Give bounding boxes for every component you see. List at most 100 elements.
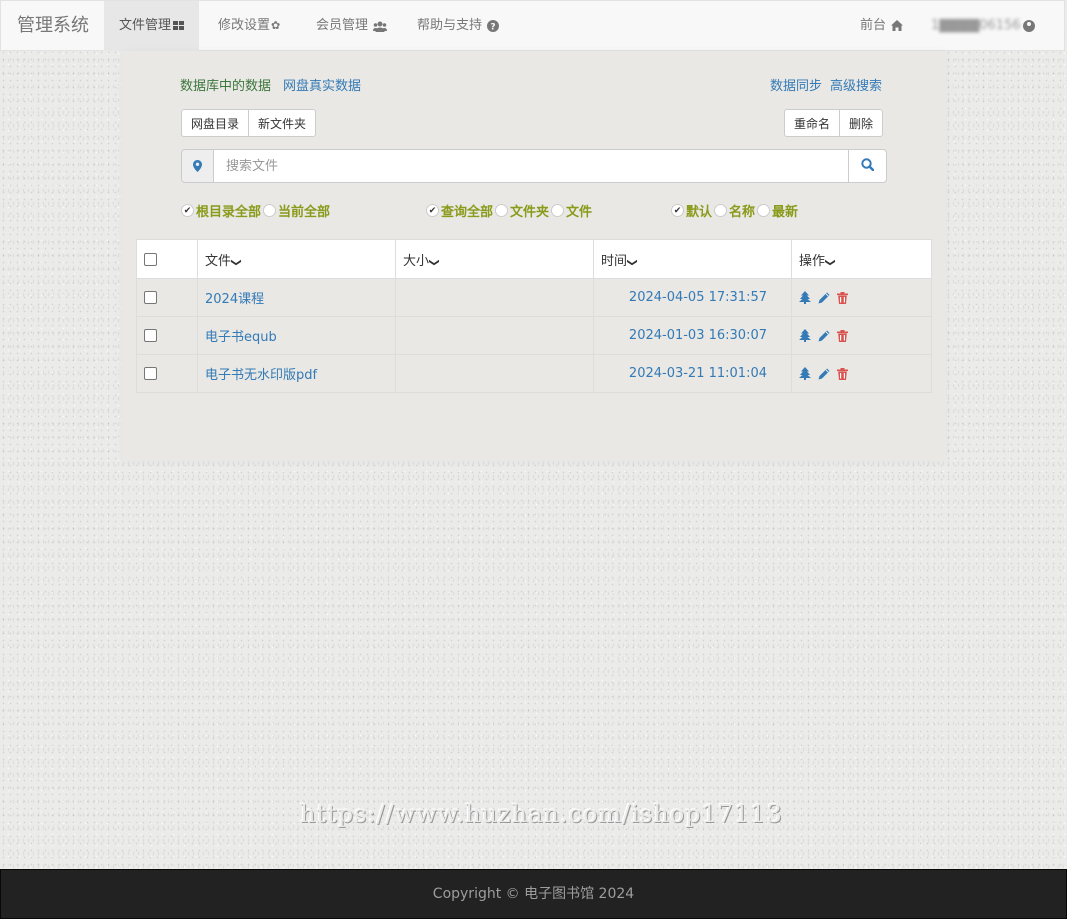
type-folder-label: 文件夹	[510, 205, 550, 220]
gear-icon: ✿	[271, 19, 281, 32]
nav-file-management[interactable]: 文件管理	[104, 1, 200, 51]
nav-file-management-label: 文件管理	[119, 18, 172, 33]
search-icon	[861, 157, 875, 175]
pencil-icon[interactable]	[818, 368, 830, 380]
nav-members[interactable]: 会员管理	[316, 1, 387, 51]
tree-icon[interactable]	[799, 329, 811, 342]
db-data-link[interactable]: 数据库中的数据	[180, 75, 271, 94]
new-folder-button[interactable]: 新文件夹	[248, 109, 317, 137]
table-row: 电子书equb 2024-01-03 16:30:07	[136, 316, 932, 355]
header-time[interactable]: 时间❯	[593, 239, 792, 279]
file-name-link[interactable]: 电子书equb	[205, 330, 277, 345]
rename-button[interactable]: 重命名	[784, 109, 841, 137]
unchecked-radio	[495, 204, 509, 217]
table-row: 2024课程 2024-04-05 17:31:57	[136, 278, 932, 317]
nav-help[interactable]: 帮助与支持 ?	[417, 1, 500, 51]
nav-frontend[interactable]: 前台	[860, 1, 904, 51]
nav-frontend-label: 前台	[860, 18, 887, 33]
brand-title[interactable]: 管理系统	[17, 1, 89, 51]
scope-root-all-label: 根目录全部	[196, 205, 262, 220]
type-file-label: 文件	[566, 205, 593, 220]
ops-cell	[791, 316, 932, 355]
trash-icon[interactable]	[837, 291, 848, 304]
row-checkbox[interactable]	[144, 291, 157, 304]
th-large-icon	[173, 21, 185, 30]
search-input[interactable]	[214, 149, 848, 183]
advanced-search-link[interactable]: 高级搜索	[830, 75, 882, 94]
home-icon	[886, 18, 904, 33]
file-name-link[interactable]: 电子书无水印版pdf	[205, 368, 317, 383]
users-icon	[369, 19, 387, 32]
row-checkbox[interactable]	[144, 367, 157, 380]
header-file[interactable]: 文件❯	[197, 239, 396, 279]
watermark-text: https://www.huzhan.com/ishop17113	[300, 800, 783, 828]
ops-cell	[791, 354, 932, 393]
nav-user-account[interactable]: 1▇▇▇▇06156	[931, 1, 1035, 51]
chevron-down-icon: ❯	[824, 257, 836, 267]
nav-settings-label: 修改设置	[218, 18, 271, 33]
scope-current-all-label: 当前全部	[278, 205, 331, 220]
footer-copyright: Copyright © 电子图书馆 2024	[432, 886, 635, 902]
sort-name[interactable]: 名称	[714, 201, 755, 220]
nav-settings[interactable]: 修改设置✿	[218, 1, 280, 51]
scope-options: ✔ 根目录全部 当前全部	[181, 201, 332, 220]
pencil-icon[interactable]	[818, 292, 830, 304]
data-sync-link[interactable]: 数据同步	[770, 75, 822, 94]
search-button[interactable]	[848, 149, 887, 183]
tree-icon[interactable]	[799, 291, 811, 304]
type-all-label: 查询全部	[441, 205, 494, 220]
chevron-down-icon: ❯	[230, 257, 242, 267]
scope-root-all[interactable]: ✔ 根目录全部	[181, 201, 261, 220]
table-row: 电子书无水印版pdf 2024-03-21 11:01:04	[136, 354, 932, 393]
unchecked-radio	[551, 204, 565, 217]
select-all-checkbox[interactable]	[144, 252, 157, 266]
header-size-label: 大小	[403, 253, 430, 269]
unchecked-radio	[263, 204, 277, 217]
table-header-row: 文件❯ 大小❯ 时间❯ 操作❯	[136, 239, 932, 279]
sort-newest[interactable]: 最新	[757, 201, 798, 220]
ops-cell	[791, 278, 932, 317]
type-options: ✔ 查询全部 文件夹 文件	[426, 201, 594, 220]
file-size-cell	[395, 278, 594, 317]
row-check-cell	[136, 278, 198, 317]
chevron-down-icon: ❯	[428, 257, 440, 267]
file-time-cell: 2024-03-21 11:01:04	[593, 354, 792, 393]
disk-directory-button[interactable]: 网盘目录	[181, 109, 250, 137]
nav-members-label: 会员管理	[316, 18, 369, 33]
header-ops[interactable]: 操作❯	[791, 239, 932, 279]
chevron-down-icon: ❯	[626, 257, 638, 267]
trash-icon[interactable]	[837, 329, 848, 342]
scope-current-all[interactable]: 当前全部	[263, 201, 330, 220]
delete-button[interactable]: 删除	[839, 109, 884, 137]
row-check-cell	[136, 316, 198, 355]
select-all-cell	[136, 239, 198, 279]
header-ops-label: 操作	[799, 253, 826, 269]
type-folder[interactable]: 文件夹	[495, 201, 549, 220]
trash-icon[interactable]	[837, 367, 848, 380]
unchecked-radio	[714, 204, 728, 217]
header-size[interactable]: 大小❯	[395, 239, 594, 279]
disk-data-link[interactable]: 网盘真实数据	[283, 75, 361, 94]
edit-button-group: 重命名 删除	[784, 109, 884, 137]
user-name: 1▇▇▇▇06156	[931, 18, 1021, 33]
top-navbar: 管理系统 文件管理 修改设置✿ 会员管理 帮助与支持 ? 前台 1▇▇▇▇061…	[0, 0, 1065, 51]
map-marker-icon	[181, 149, 214, 183]
pencil-icon[interactable]	[818, 330, 830, 342]
unchecked-radio	[757, 204, 771, 217]
file-panel: 数据库中的数据 网盘真实数据 数据同步 高级搜索 网盘目录 新文件夹 重命名 删…	[122, 51, 946, 461]
tree-icon[interactable]	[799, 367, 811, 380]
svg-text:?: ?	[491, 22, 496, 32]
file-name-link[interactable]: 2024课程	[205, 292, 264, 307]
nav-help-label: 帮助与支持	[417, 18, 483, 33]
file-time-cell: 2024-01-03 16:30:07	[593, 316, 792, 355]
sort-default[interactable]: ✔ 默认	[671, 201, 712, 220]
type-file[interactable]: 文件	[551, 201, 592, 220]
file-time-cell: 2024-04-05 17:31:57	[593, 278, 792, 317]
type-all[interactable]: ✔ 查询全部	[426, 201, 493, 220]
sort-options: ✔ 默认 名称 最新	[671, 201, 800, 220]
row-check-cell	[136, 354, 198, 393]
checked-radio: ✔	[671, 204, 684, 217]
row-checkbox[interactable]	[144, 329, 157, 342]
header-file-label: 文件	[205, 253, 232, 269]
user-circle-icon	[1022, 19, 1035, 32]
